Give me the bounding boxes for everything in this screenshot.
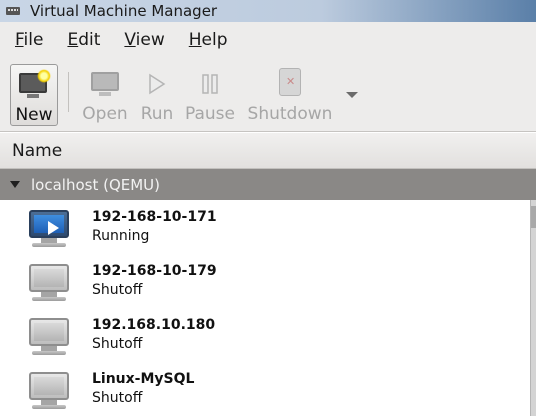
- play-icon: [144, 70, 170, 98]
- menu-file[interactable]: File: [12, 28, 46, 52]
- vm-status: Shutoff: [92, 336, 143, 352]
- shutdown-label: Shutdown: [247, 104, 333, 124]
- window-titlebar[interactable]: Virtual Machine Manager: [0, 0, 536, 22]
- open-label: Open: [82, 104, 128, 124]
- run-label: Run: [140, 104, 174, 124]
- menu-edit-label: dit: [78, 30, 101, 50]
- menubar: File Edit View Help: [0, 22, 536, 58]
- window-title: Virtual Machine Manager: [30, 2, 218, 20]
- pause-button[interactable]: Pause: [183, 64, 237, 126]
- shutdown-menu-arrow-icon[interactable]: [346, 92, 358, 98]
- menu-file-label: ile: [23, 30, 44, 50]
- vm-name: 192.168.10.180: [92, 317, 216, 333]
- vertical-scrollbar[interactable]: [530, 200, 536, 416]
- column-header-label: Name: [12, 140, 63, 161]
- vm-off-icon: [26, 372, 72, 412]
- scrollbar-thumb[interactable]: [531, 206, 536, 228]
- vm-name: 192-168-10-179: [92, 263, 217, 279]
- vm-name: Linux-MySQL: [92, 371, 195, 387]
- expander-triangle-icon[interactable]: [10, 181, 20, 188]
- vm-running-icon: [26, 210, 72, 250]
- shutdown-icon: ✕: [276, 68, 304, 98]
- vm-row[interactable]: Linux-MySQL Shutoff: [0, 362, 530, 416]
- toolbar: New Open Run Pause ✕ Shutdown: [0, 58, 536, 132]
- vm-off-icon: [26, 264, 72, 304]
- menu-help-mnemonic: H: [188, 30, 202, 50]
- shutdown-button[interactable]: ✕ Shutdown: [246, 64, 334, 126]
- open-button[interactable]: Open: [80, 64, 130, 126]
- menu-view-label: iew: [135, 30, 165, 50]
- menu-help[interactable]: Help: [186, 28, 231, 52]
- monitor-icon: [90, 70, 120, 98]
- new-vm-button[interactable]: New: [10, 64, 58, 126]
- connection-group-row[interactable]: localhost (QEMU): [0, 169, 536, 200]
- vm-name: 192-168-10-171: [92, 209, 217, 225]
- vm-row[interactable]: 192-168-10-171 Running: [0, 200, 530, 254]
- vm-status: Shutoff: [92, 282, 143, 298]
- column-header-name[interactable]: Name: [0, 133, 536, 169]
- menu-edit-mnemonic: E: [67, 30, 79, 50]
- vm-row[interactable]: 192-168-10-179 Shutoff: [0, 254, 530, 308]
- menu-edit[interactable]: Edit: [64, 28, 103, 52]
- menu-view[interactable]: View: [121, 28, 167, 52]
- pause-label: Pause: [185, 104, 235, 124]
- toolbar-separator: [68, 72, 69, 112]
- connection-label: localhost (QEMU): [31, 175, 161, 194]
- pause-icon: [197, 70, 223, 98]
- menu-view-mnemonic: V: [124, 30, 136, 50]
- menu-file-mnemonic: F: [15, 30, 24, 50]
- vm-off-icon: [26, 318, 72, 358]
- vm-status: Running: [92, 228, 150, 244]
- new-vm-icon: [17, 69, 51, 99]
- menu-help-label: elp: [201, 30, 228, 50]
- run-button[interactable]: Run: [138, 64, 176, 126]
- vm-row[interactable]: 192.168.10.180 Shutoff: [0, 308, 530, 362]
- vmm-app-icon: [6, 4, 22, 18]
- new-vm-label: New: [15, 105, 53, 125]
- vm-status: Shutoff: [92, 390, 143, 406]
